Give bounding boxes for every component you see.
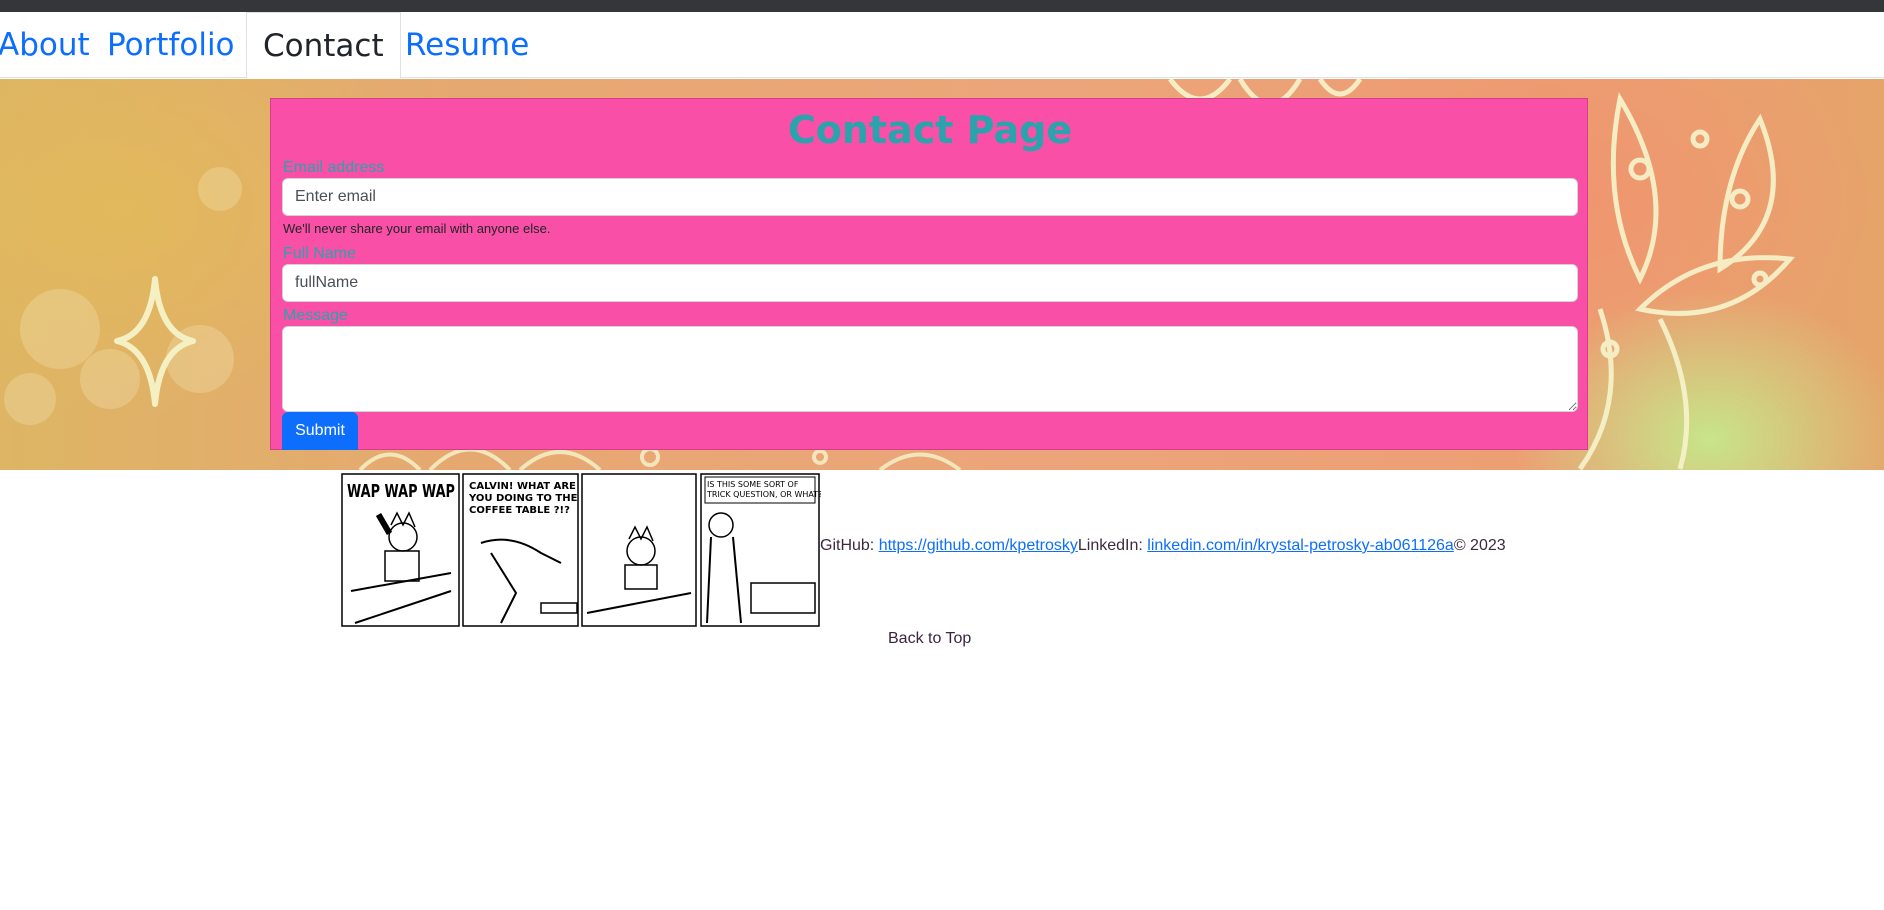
github-link[interactable]: https://github.com/kpetrosky <box>879 537 1078 554</box>
linkedin-label: LinkedIn: <box>1077 537 1148 554</box>
tab-contact[interactable]: Contact <box>246 12 401 79</box>
browser-top-strip <box>0 0 1884 12</box>
footer-links: GitHub: https://github.com/kpetroskyLink… <box>820 537 1506 555</box>
comic-panel2-text-2: YOU DOING TO THE <box>468 493 578 504</box>
comic-strip-image: WAP WAP WAP CALVIN! WHAT ARE YOU DOING T… <box>341 473 821 627</box>
comic-panel4-text-2: TRICK QUESTION, OR WHAT? <box>706 490 821 499</box>
email-field[interactable] <box>282 178 1578 216</box>
tab-about[interactable]: About <box>0 12 106 78</box>
page-title: Contact Page <box>787 108 1073 152</box>
message-field[interactable] <box>282 326 1578 412</box>
message-label: Message <box>283 307 348 324</box>
comic-panel2-text-3: COFFEE TABLE ?!? <box>469 505 570 516</box>
email-label: Email address <box>283 159 385 176</box>
tab-portfolio[interactable]: Portfolio <box>91 12 251 78</box>
full-name-label: Full Name <box>283 245 356 262</box>
tab-resume[interactable]: Resume <box>389 12 545 78</box>
submit-button[interactable]: Submit <box>282 412 358 450</box>
comic-panel1-text: WAP WAP WAP <box>347 481 455 502</box>
contact-form: Contact Page Email address We'll never s… <box>270 98 1588 450</box>
email-help-text: We'll never share your email with anyone… <box>283 221 551 236</box>
full-name-field[interactable] <box>282 264 1578 302</box>
copyright-text: © 2023 <box>1453 537 1506 554</box>
comic-panel4-text-1: IS THIS SOME SORT OF <box>707 480 799 489</box>
back-to-top-link[interactable]: Back to Top <box>888 630 971 648</box>
nav-tabs: About Portfolio Contact Resume <box>0 12 1884 79</box>
github-label: GitHub: <box>820 537 879 554</box>
comic-panel2-text-1: CALVIN! WHAT ARE <box>469 481 576 492</box>
linkedin-link[interactable]: linkedin.com/in/krystal-petrosky-ab06112… <box>1147 537 1454 554</box>
